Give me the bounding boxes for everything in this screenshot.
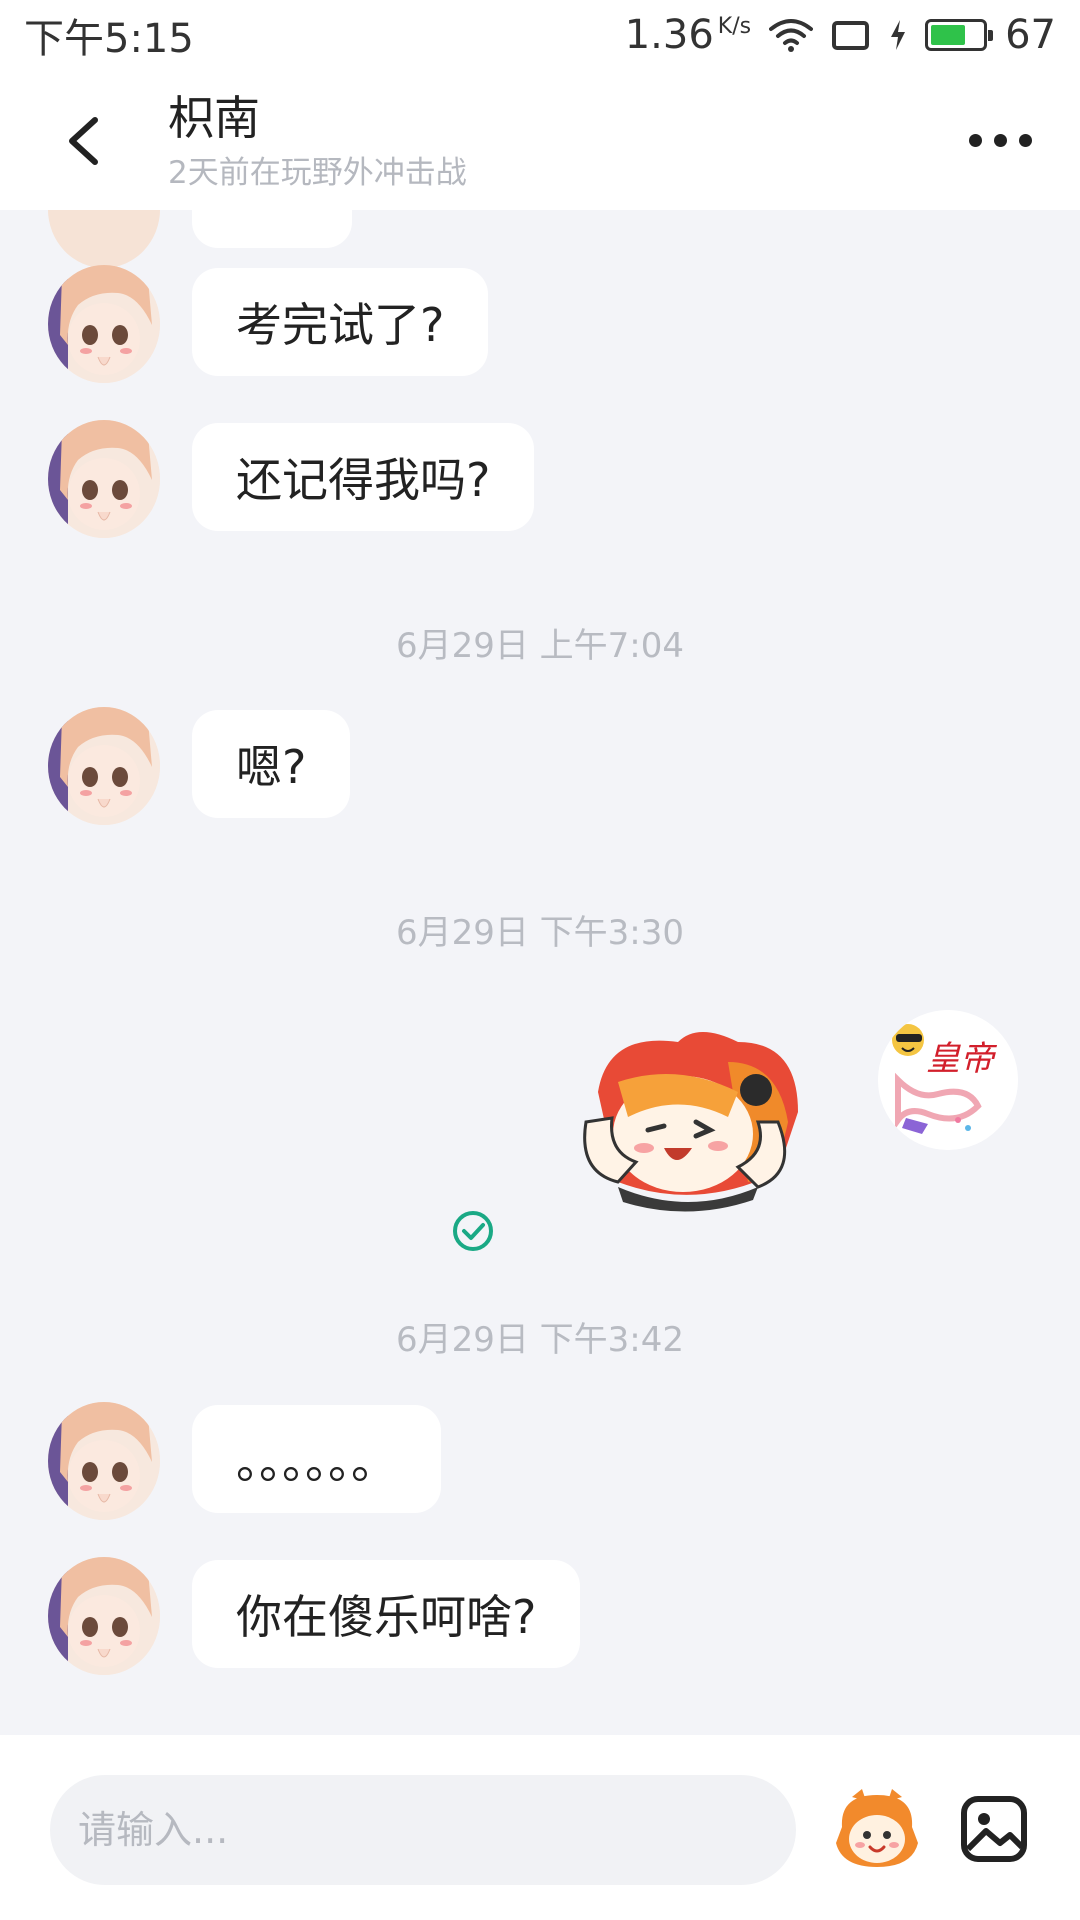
image-button[interactable] bbox=[958, 1793, 1030, 1865]
title-block: 枳南 2天前在玩野外冲击战 bbox=[168, 88, 467, 194]
message-input[interactable] bbox=[50, 1775, 796, 1885]
contact-name: 枳南 bbox=[168, 91, 260, 145]
wifi-icon bbox=[769, 19, 814, 52]
own-avatar[interactable]: 皇帝 bbox=[878, 1010, 1018, 1150]
message-bubble[interactable]: 嗯? bbox=[192, 710, 351, 818]
message-bubble[interactable]: 考完试了? bbox=[192, 268, 489, 376]
more-dot-icon bbox=[993, 133, 1007, 147]
sticker-button[interactable] bbox=[832, 1787, 922, 1871]
contact-avatar[interactable] bbox=[48, 420, 160, 538]
sticker-icon bbox=[836, 1789, 918, 1867]
contact-status: 2天前在玩野外冲击战 bbox=[168, 155, 467, 191]
message-bubble[interactable]: 还记得我吗? bbox=[192, 423, 535, 531]
back-button[interactable] bbox=[50, 105, 120, 175]
contact-avatar[interactable] bbox=[48, 265, 160, 383]
message-bubble[interactable]: 。。。。。。 bbox=[192, 1405, 441, 1513]
input-bar bbox=[0, 1735, 1080, 1920]
screen-icon bbox=[832, 21, 870, 50]
message-bubble[interactable] bbox=[192, 210, 352, 248]
sent-status-check bbox=[452, 1210, 494, 1252]
battery-level: 67 bbox=[1005, 12, 1056, 58]
check-circle-icon bbox=[453, 1211, 493, 1251]
timestamp: 6月29日 下午3:30 bbox=[395, 913, 685, 953]
status-indicators: 1.36 K/s 67 bbox=[625, 12, 1056, 58]
sent-sticker[interactable] bbox=[578, 1022, 808, 1222]
battery-icon bbox=[925, 19, 994, 51]
chat-header: 枳南 2天前在玩野外冲击战 bbox=[0, 70, 1080, 210]
timestamp: 6月29日 下午3:42 bbox=[395, 1320, 685, 1360]
contact-avatar[interactable] bbox=[48, 707, 160, 825]
contact-avatar[interactable] bbox=[48, 1402, 160, 1520]
status-time: 下午5:15 bbox=[24, 16, 194, 62]
charging-icon bbox=[891, 20, 906, 50]
battery-fill bbox=[931, 25, 965, 45]
status-bar: 下午5:15 1.36 K/s 67 bbox=[0, 0, 1080, 70]
more-dot-icon bbox=[968, 133, 982, 147]
chevron-left-icon bbox=[69, 117, 98, 165]
contact-avatar[interactable] bbox=[48, 210, 160, 268]
network-speed: 1.36 K/s bbox=[624, 12, 752, 58]
message-bubble[interactable]: 你在傻乐呵啥? bbox=[192, 1560, 581, 1668]
chat-area[interactable]: 考完试了? 还记得我吗? 6月29日 上午7:04 嗯? 6月29日 下午3:3… bbox=[0, 210, 1080, 1735]
more-options-button[interactable] bbox=[960, 125, 1040, 155]
timestamp: 6月29日 上午7:04 bbox=[395, 626, 685, 666]
own-avatar-text: 皇帝 bbox=[926, 1039, 998, 1079]
contact-avatar[interactable] bbox=[48, 1557, 160, 1675]
more-dot-icon bbox=[1018, 133, 1032, 147]
image-icon bbox=[961, 1796, 1027, 1862]
